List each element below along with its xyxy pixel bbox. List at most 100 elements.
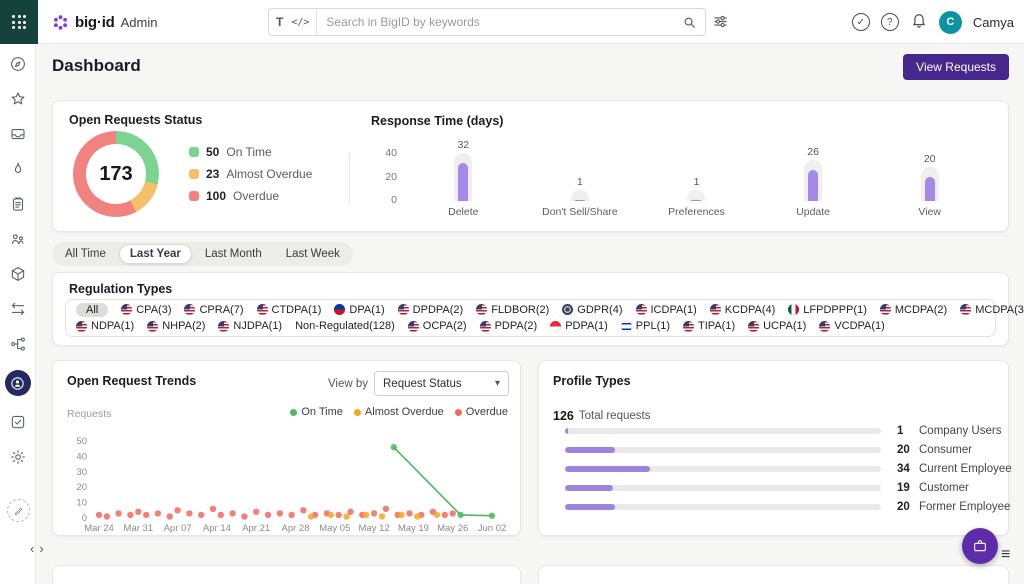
regulation-chip[interactable]: MCDPA(2) — [880, 304, 947, 316]
sidebar-collapse-control[interactable]: ‹› — [30, 541, 49, 556]
sidebar-item-data-assets[interactable] — [8, 265, 28, 283]
sidebar-item-pipelines[interactable] — [8, 335, 28, 353]
sidebar-item-policies[interactable] — [8, 195, 28, 213]
task-check-icon — [9, 413, 27, 431]
tab-last-week[interactable]: Last Week — [275, 244, 351, 264]
regulation-chip[interactable]: PPL(1) — [621, 320, 670, 332]
user-name: Camya — [973, 15, 1014, 30]
regulation-chip[interactable]: OCPA(2) — [408, 320, 467, 332]
view-requests-button[interactable]: View Requests — [903, 54, 1009, 80]
assistant-fab-button[interactable] — [962, 528, 998, 564]
sidebar-item-transfers[interactable] — [8, 300, 28, 318]
legend-dot — [455, 409, 462, 416]
chip-label: LFPDPPP(1) — [803, 304, 867, 316]
chip-label: MCDPA(2) — [895, 304, 947, 316]
regulation-chip[interactable]: DPDPA(2) — [398, 304, 464, 316]
org-chart-icon — [9, 230, 27, 248]
regulation-chip[interactable]: DPA(1) — [334, 304, 384, 316]
data-point — [457, 512, 463, 518]
open-requests-donut: 173 — [73, 131, 159, 217]
regulation-chip[interactable]: UCPA(1) — [748, 320, 806, 332]
bar-fill — [925, 177, 935, 201]
x-tick-label: Mar 31 — [124, 523, 154, 534]
regulation-chip[interactable]: GDPR(4) — [562, 304, 622, 316]
swap-arrows-icon — [9, 300, 27, 318]
user-avatar[interactable]: C — [939, 11, 962, 34]
data-point — [241, 513, 247, 519]
sidebar-item-privacy-portal-active[interactable] — [5, 370, 31, 396]
regulation-chip[interactable]: KCDPA(4) — [710, 304, 776, 316]
regulation-chip[interactable]: ICDPA(1) — [636, 304, 697, 316]
bar-track — [454, 153, 472, 201]
response-bar: 26 — [755, 153, 872, 201]
chip-label: Non-Regulated(128) — [295, 320, 395, 332]
data-point — [328, 512, 334, 518]
sidebar-item-inbox[interactable] — [8, 125, 28, 143]
legend-label: On Time — [301, 406, 343, 418]
regulation-chip[interactable]: VCDPA(1) — [819, 320, 885, 332]
regulation-chip[interactable]: LFPDPPP(1) — [788, 304, 867, 316]
data-point — [277, 510, 283, 516]
trend-legend: On TimeAlmost OverdueOverdue — [290, 406, 508, 418]
regulation-chip[interactable]: CPRA(7) — [184, 304, 243, 316]
view-by-select[interactable]: Request Status ▾ — [374, 371, 509, 396]
global-search: T </> — [268, 8, 706, 36]
regulation-chip[interactable]: CTDPA(1) — [257, 304, 322, 316]
bar-category: Delete — [405, 206, 522, 218]
regulation-chip[interactable]: TIPA(1) — [683, 320, 735, 332]
query-syntax-icon[interactable]: </> — [291, 17, 309, 28]
notifications-bell-icon[interactable] — [910, 11, 928, 34]
hamburger-menu-icon[interactable]: ≡ — [1001, 546, 1010, 564]
sidebar-item-users[interactable] — [8, 230, 28, 248]
chip-label: CPRA(7) — [199, 304, 243, 316]
data-point — [343, 513, 349, 519]
cube-icon — [9, 265, 27, 283]
us-flag-icon — [748, 321, 759, 332]
data-point — [398, 512, 404, 518]
regulation-chip[interactable]: FLDBOR(2) — [476, 304, 549, 316]
regulation-chip[interactable]: PDPA(1) — [550, 320, 608, 332]
regulation-chip[interactable]: CPA(3) — [121, 304, 171, 316]
response-bars: 32112620 — [405, 153, 988, 201]
tab-last-year[interactable]: Last Year — [119, 244, 192, 264]
us-flag-icon — [76, 321, 87, 332]
edit-dashboard-button[interactable] — [7, 499, 30, 522]
search-input[interactable] — [317, 15, 674, 29]
bar-value: 32 — [405, 139, 522, 151]
tab-last-month[interactable]: Last Month — [194, 244, 273, 264]
sidebar-item-favorites[interactable] — [8, 90, 28, 108]
legend-dot — [290, 409, 297, 416]
regulation-chip[interactable]: All — [76, 303, 108, 317]
x-tick-label: Apr 28 — [282, 523, 310, 534]
sidebar-item-activity[interactable] — [8, 160, 28, 178]
regulation-chip[interactable]: NJDPA(1) — [218, 320, 282, 332]
y-tick-label: 20 — [76, 482, 87, 493]
data-point — [174, 507, 180, 513]
status-legend-item: 50On Time — [189, 145, 312, 159]
regulation-chip[interactable]: Non-Regulated(128) — [295, 320, 395, 332]
search-icon[interactable] — [674, 15, 705, 30]
collapse-left-icon: ‹ — [30, 541, 39, 556]
legend-value: 23 — [206, 167, 219, 181]
search-settings-icon[interactable] — [712, 13, 729, 35]
profile-value: 20 — [897, 501, 913, 513]
sidebar-item-settings[interactable] — [8, 448, 28, 466]
regulation-chip[interactable]: PDPA(2) — [480, 320, 538, 332]
open-request-trends-title: Open Request Trends — [67, 374, 196, 388]
regulation-chip[interactable]: MCDPA(3) — [960, 304, 1024, 316]
sidebar-item-discovery[interactable] — [8, 55, 28, 73]
help-icon[interactable]: ? — [881, 13, 899, 31]
bar-category: Update — [755, 206, 872, 218]
status-check-icon[interactable]: ✓ — [852, 13, 870, 31]
app-switcher-button[interactable] — [0, 0, 38, 44]
us-flag-icon — [257, 304, 268, 315]
regulation-chip[interactable]: NHPA(2) — [147, 320, 205, 332]
legend-swatch — [189, 169, 199, 179]
sidebar-item-tasks[interactable] — [8, 413, 28, 431]
text-search-icon[interactable]: T — [276, 15, 283, 29]
profile-label: Current Employee — [919, 463, 1012, 475]
regulation-chip[interactable]: NDPA(1) — [76, 320, 134, 332]
star-icon — [9, 90, 27, 108]
tab-all-time[interactable]: All Time — [54, 244, 117, 264]
brand-name: big·id — [75, 14, 115, 31]
